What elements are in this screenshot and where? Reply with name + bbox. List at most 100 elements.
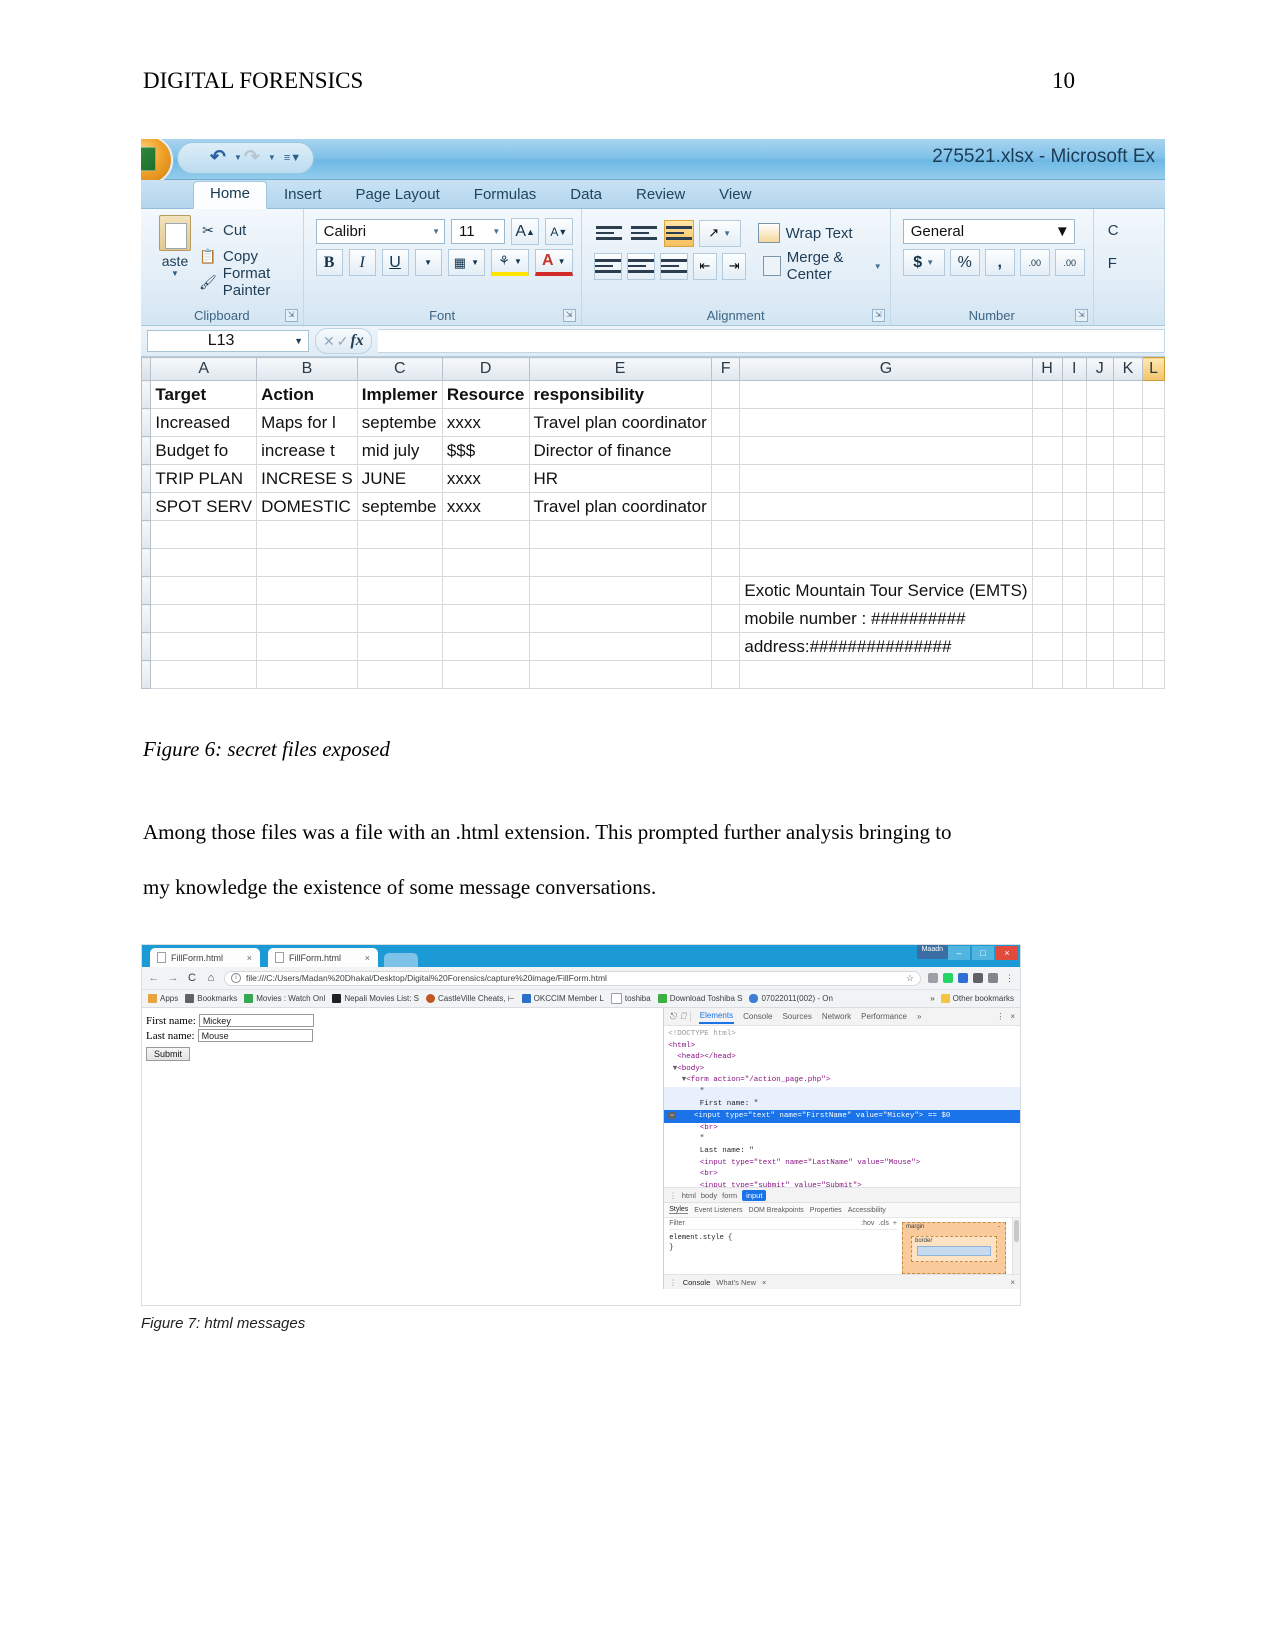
- number-dialog-launcher-icon[interactable]: ⇲: [1074, 309, 1088, 322]
- cell-g10[interactable]: address:###############: [739, 632, 1033, 661]
- devtools-close-icon[interactable]: ×: [1010, 1012, 1015, 1021]
- dom-line[interactable]: <br>: [664, 1123, 1020, 1135]
- cell-a11[interactable]: [150, 660, 258, 689]
- cell-g7[interactable]: [739, 548, 1033, 577]
- tab-formulas[interactable]: Formulas: [457, 183, 554, 208]
- insert-function-icon[interactable]: fx: [350, 332, 363, 350]
- column-header-j[interactable]: J: [1085, 357, 1114, 381]
- cell-i11[interactable]: [1061, 660, 1087, 689]
- dom-line-selected[interactable]: ⋯ <input type="text" name="FirstName" va…: [664, 1110, 1020, 1123]
- bookmarks-overflow-icon[interactable]: »: [930, 994, 934, 1003]
- cell-c5[interactable]: septembe: [356, 492, 443, 521]
- column-header-l[interactable]: L: [1142, 357, 1165, 381]
- cell-e11[interactable]: [528, 660, 712, 689]
- cell-c8[interactable]: [356, 576, 443, 605]
- cell-a5[interactable]: SPOT SERV: [150, 492, 258, 521]
- bookmark-toshiba[interactable]: toshiba: [610, 993, 651, 1004]
- cell-k1[interactable]: [1112, 380, 1144, 409]
- cell-f8[interactable]: [710, 576, 741, 605]
- number-format-combo[interactable]: General ▼: [902, 219, 1075, 244]
- cell-h5[interactable]: [1031, 492, 1063, 521]
- cell-h4[interactable]: [1031, 464, 1063, 493]
- cell-e5[interactable]: Travel plan coordinator: [528, 492, 712, 521]
- close-icon[interactable]: ×: [996, 946, 1018, 960]
- drawer-tab-whats-new[interactable]: What's New: [716, 1278, 756, 1287]
- format-painter-button[interactable]: 🖌 Format Painter: [199, 265, 303, 299]
- cell-a1[interactable]: Target: [150, 380, 258, 409]
- excel-worksheet-grid[interactable]: A B C D E F G H I J K L Target Action Im…: [141, 357, 1165, 689]
- cell-c6[interactable]: [356, 520, 443, 549]
- cell-j5[interactable]: [1085, 492, 1114, 521]
- cell-i8[interactable]: [1061, 576, 1087, 605]
- column-header-e[interactable]: E: [528, 357, 712, 381]
- drawer-menu-icon[interactable]: ⋮: [669, 1278, 677, 1287]
- alignment-dialog-launcher-icon[interactable]: ⇲: [871, 309, 885, 322]
- cell-d4[interactable]: xxxx: [441, 464, 530, 493]
- cell-j4[interactable]: [1085, 464, 1114, 493]
- font-size-combo[interactable]: 11 ▼: [451, 219, 506, 244]
- underline-dropdown-icon[interactable]: ▼: [414, 249, 442, 276]
- row-header[interactable]: [141, 604, 152, 633]
- cell-a2[interactable]: Increased: [150, 408, 258, 437]
- bookmark-castleville[interactable]: CastleVille Cheats, ⊢: [426, 994, 515, 1003]
- address-bar[interactable]: i file:///C:/Users/Madan%20Dhakal/Deskto…: [224, 970, 921, 986]
- row-header[interactable]: [141, 660, 152, 689]
- tab-review[interactable]: Review: [619, 183, 702, 208]
- devtools-tab-console[interactable]: Console: [742, 1010, 773, 1023]
- grow-font-button[interactable]: A ▲: [511, 218, 539, 245]
- shrink-font-button[interactable]: A ▼: [544, 218, 573, 245]
- row-header[interactable]: [141, 632, 152, 661]
- minimize-icon[interactable]: –: [948, 946, 970, 960]
- bookmark-movies[interactable]: Movies : Watch Onl: [244, 994, 325, 1003]
- style-tab-event-listeners[interactable]: Event Listeners: [694, 1207, 742, 1214]
- whatsapp-icon[interactable]: [943, 973, 953, 983]
- bookmark-apps[interactable]: Apps: [148, 994, 178, 1003]
- cell-e7[interactable]: [528, 548, 712, 577]
- camera-icon[interactable]: [973, 973, 983, 983]
- cell-a3[interactable]: Budget fo: [150, 436, 258, 465]
- devtools-tab-elements[interactable]: Elements: [698, 1009, 735, 1024]
- align-center-button[interactable]: [626, 252, 655, 280]
- cell-l1[interactable]: [1142, 380, 1165, 409]
- cell-a4[interactable]: TRIP PLAN: [150, 464, 258, 493]
- customize-quick-access-icon[interactable]: ≡▼: [284, 152, 301, 164]
- cell-i9[interactable]: [1061, 604, 1087, 633]
- cell-b9[interactable]: [256, 604, 358, 633]
- dom-line[interactable]: <!DOCTYPE html>: [664, 1029, 1020, 1041]
- cell-k8[interactable]: [1112, 576, 1144, 605]
- extension-gray-icon[interactable]: [988, 973, 998, 983]
- cell-f4[interactable]: [710, 464, 741, 493]
- home-icon[interactable]: ⌂: [205, 972, 217, 984]
- cell-c7[interactable]: [356, 548, 443, 577]
- dom-line[interactable]: First name: ": [664, 1098, 1020, 1111]
- cell-k6[interactable]: [1112, 520, 1144, 549]
- font-dialog-launcher-icon[interactable]: ⇲: [562, 309, 576, 322]
- style-tab-styles[interactable]: Styles: [669, 1206, 689, 1214]
- tab-page-layout[interactable]: Page Layout: [339, 183, 457, 208]
- cell-a6[interactable]: [150, 520, 258, 549]
- enter-formula-icon[interactable]: ✓: [337, 333, 349, 350]
- dom-line[interactable]: ▼<form action="/action_page.php">: [664, 1075, 1020, 1087]
- styles-filter-input[interactable]: Filter: [669, 1220, 685, 1227]
- cell-d5[interactable]: xxxx: [441, 492, 530, 521]
- row-header[interactable]: [141, 576, 152, 605]
- cell-k10[interactable]: [1112, 632, 1144, 661]
- cell-f5[interactable]: [710, 492, 741, 521]
- cell-d11[interactable]: [441, 660, 530, 689]
- cell-f11[interactable]: [710, 660, 741, 689]
- element-style-rule[interactable]: element.style { }: [669, 1233, 897, 1253]
- fill-color-button[interactable]: ⚘ ▼: [491, 249, 529, 276]
- cell-b1[interactable]: Action: [256, 380, 358, 409]
- first-name-input[interactable]: Mickey: [198, 1014, 314, 1027]
- devtools-tabs-overflow-icon[interactable]: »: [916, 1010, 922, 1023]
- dom-line[interactable]: <br>: [664, 1169, 1020, 1181]
- style-tab-properties[interactable]: Properties: [810, 1207, 842, 1214]
- breadcrumb-html[interactable]: html: [682, 1191, 696, 1200]
- new-tab-button[interactable]: [384, 953, 418, 967]
- cell-h2[interactable]: [1031, 408, 1063, 437]
- row-header[interactable]: [141, 492, 152, 521]
- row-header[interactable]: [141, 380, 152, 409]
- align-middle-button[interactable]: [629, 220, 659, 247]
- decrease-indent-button[interactable]: ⇤: [692, 252, 718, 280]
- cell-d6[interactable]: [441, 520, 530, 549]
